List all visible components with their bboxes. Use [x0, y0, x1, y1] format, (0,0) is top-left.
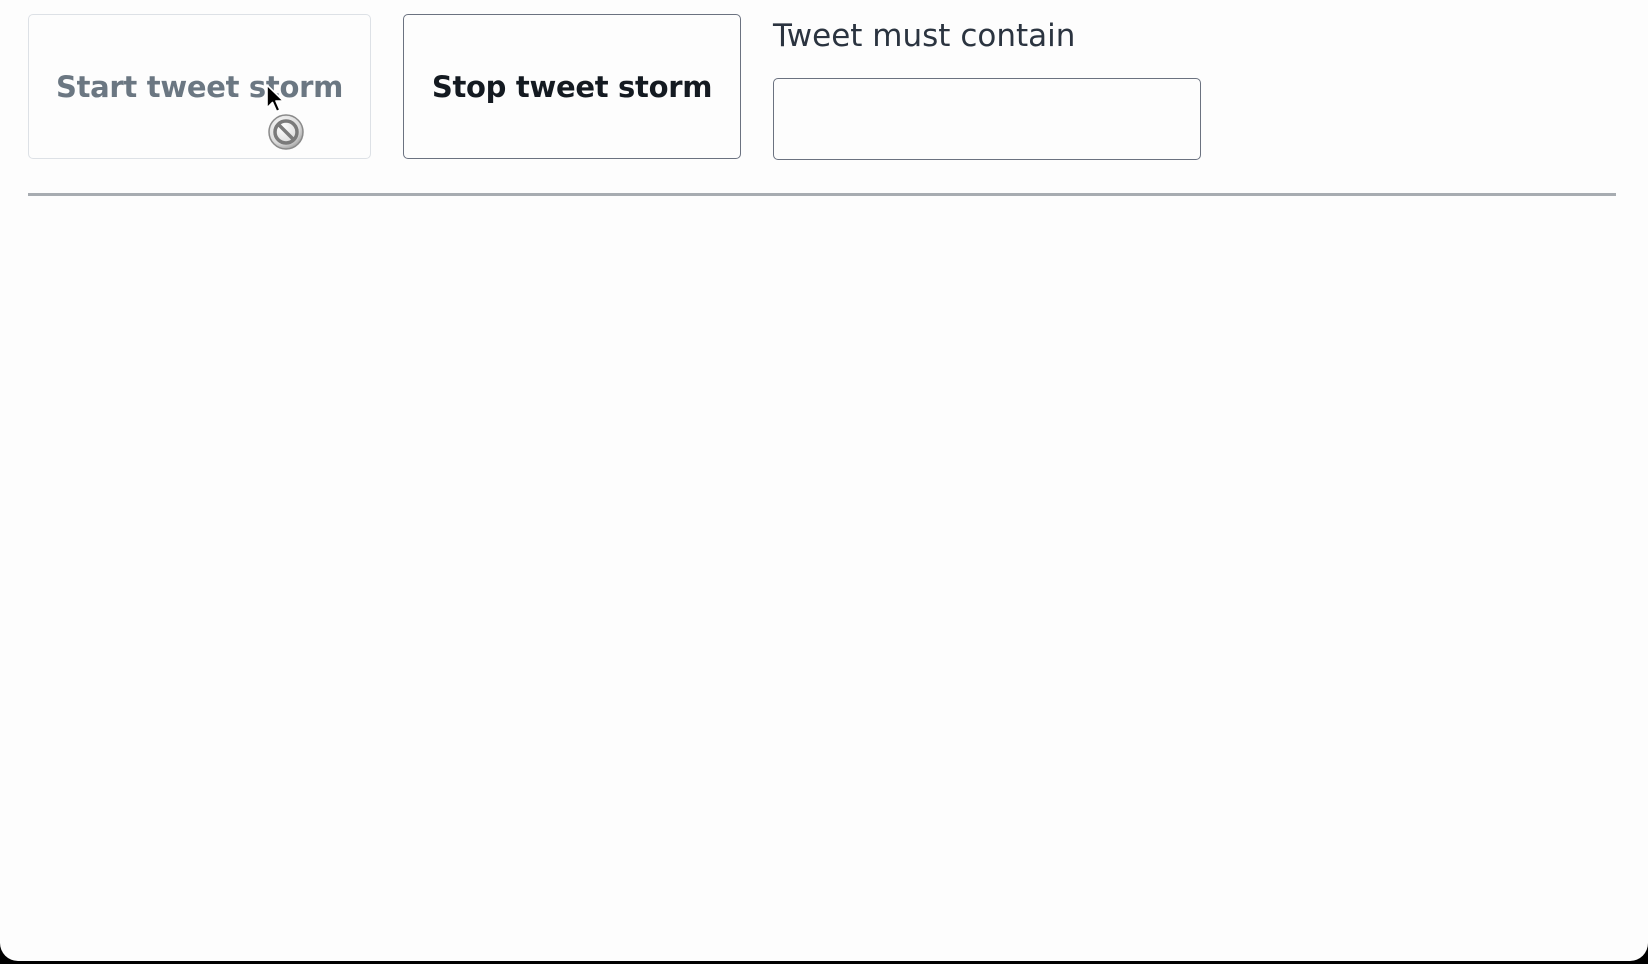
- start-tweet-storm-button[interactable]: Start tweet storm: [28, 14, 371, 159]
- control-bar: Start tweet storm Stop tweet storm Tweet…: [28, 14, 1618, 162]
- stop-tweet-storm-button[interactable]: Stop tweet storm: [403, 14, 741, 159]
- tweet-feed: [28, 200, 1616, 940]
- tweet-filter-label: Tweet must contain: [773, 18, 1076, 54]
- tweet-filter-input[interactable]: [773, 78, 1201, 160]
- app-window: Start tweet storm Stop tweet storm Tweet…: [0, 0, 1648, 961]
- divider: [28, 193, 1616, 196]
